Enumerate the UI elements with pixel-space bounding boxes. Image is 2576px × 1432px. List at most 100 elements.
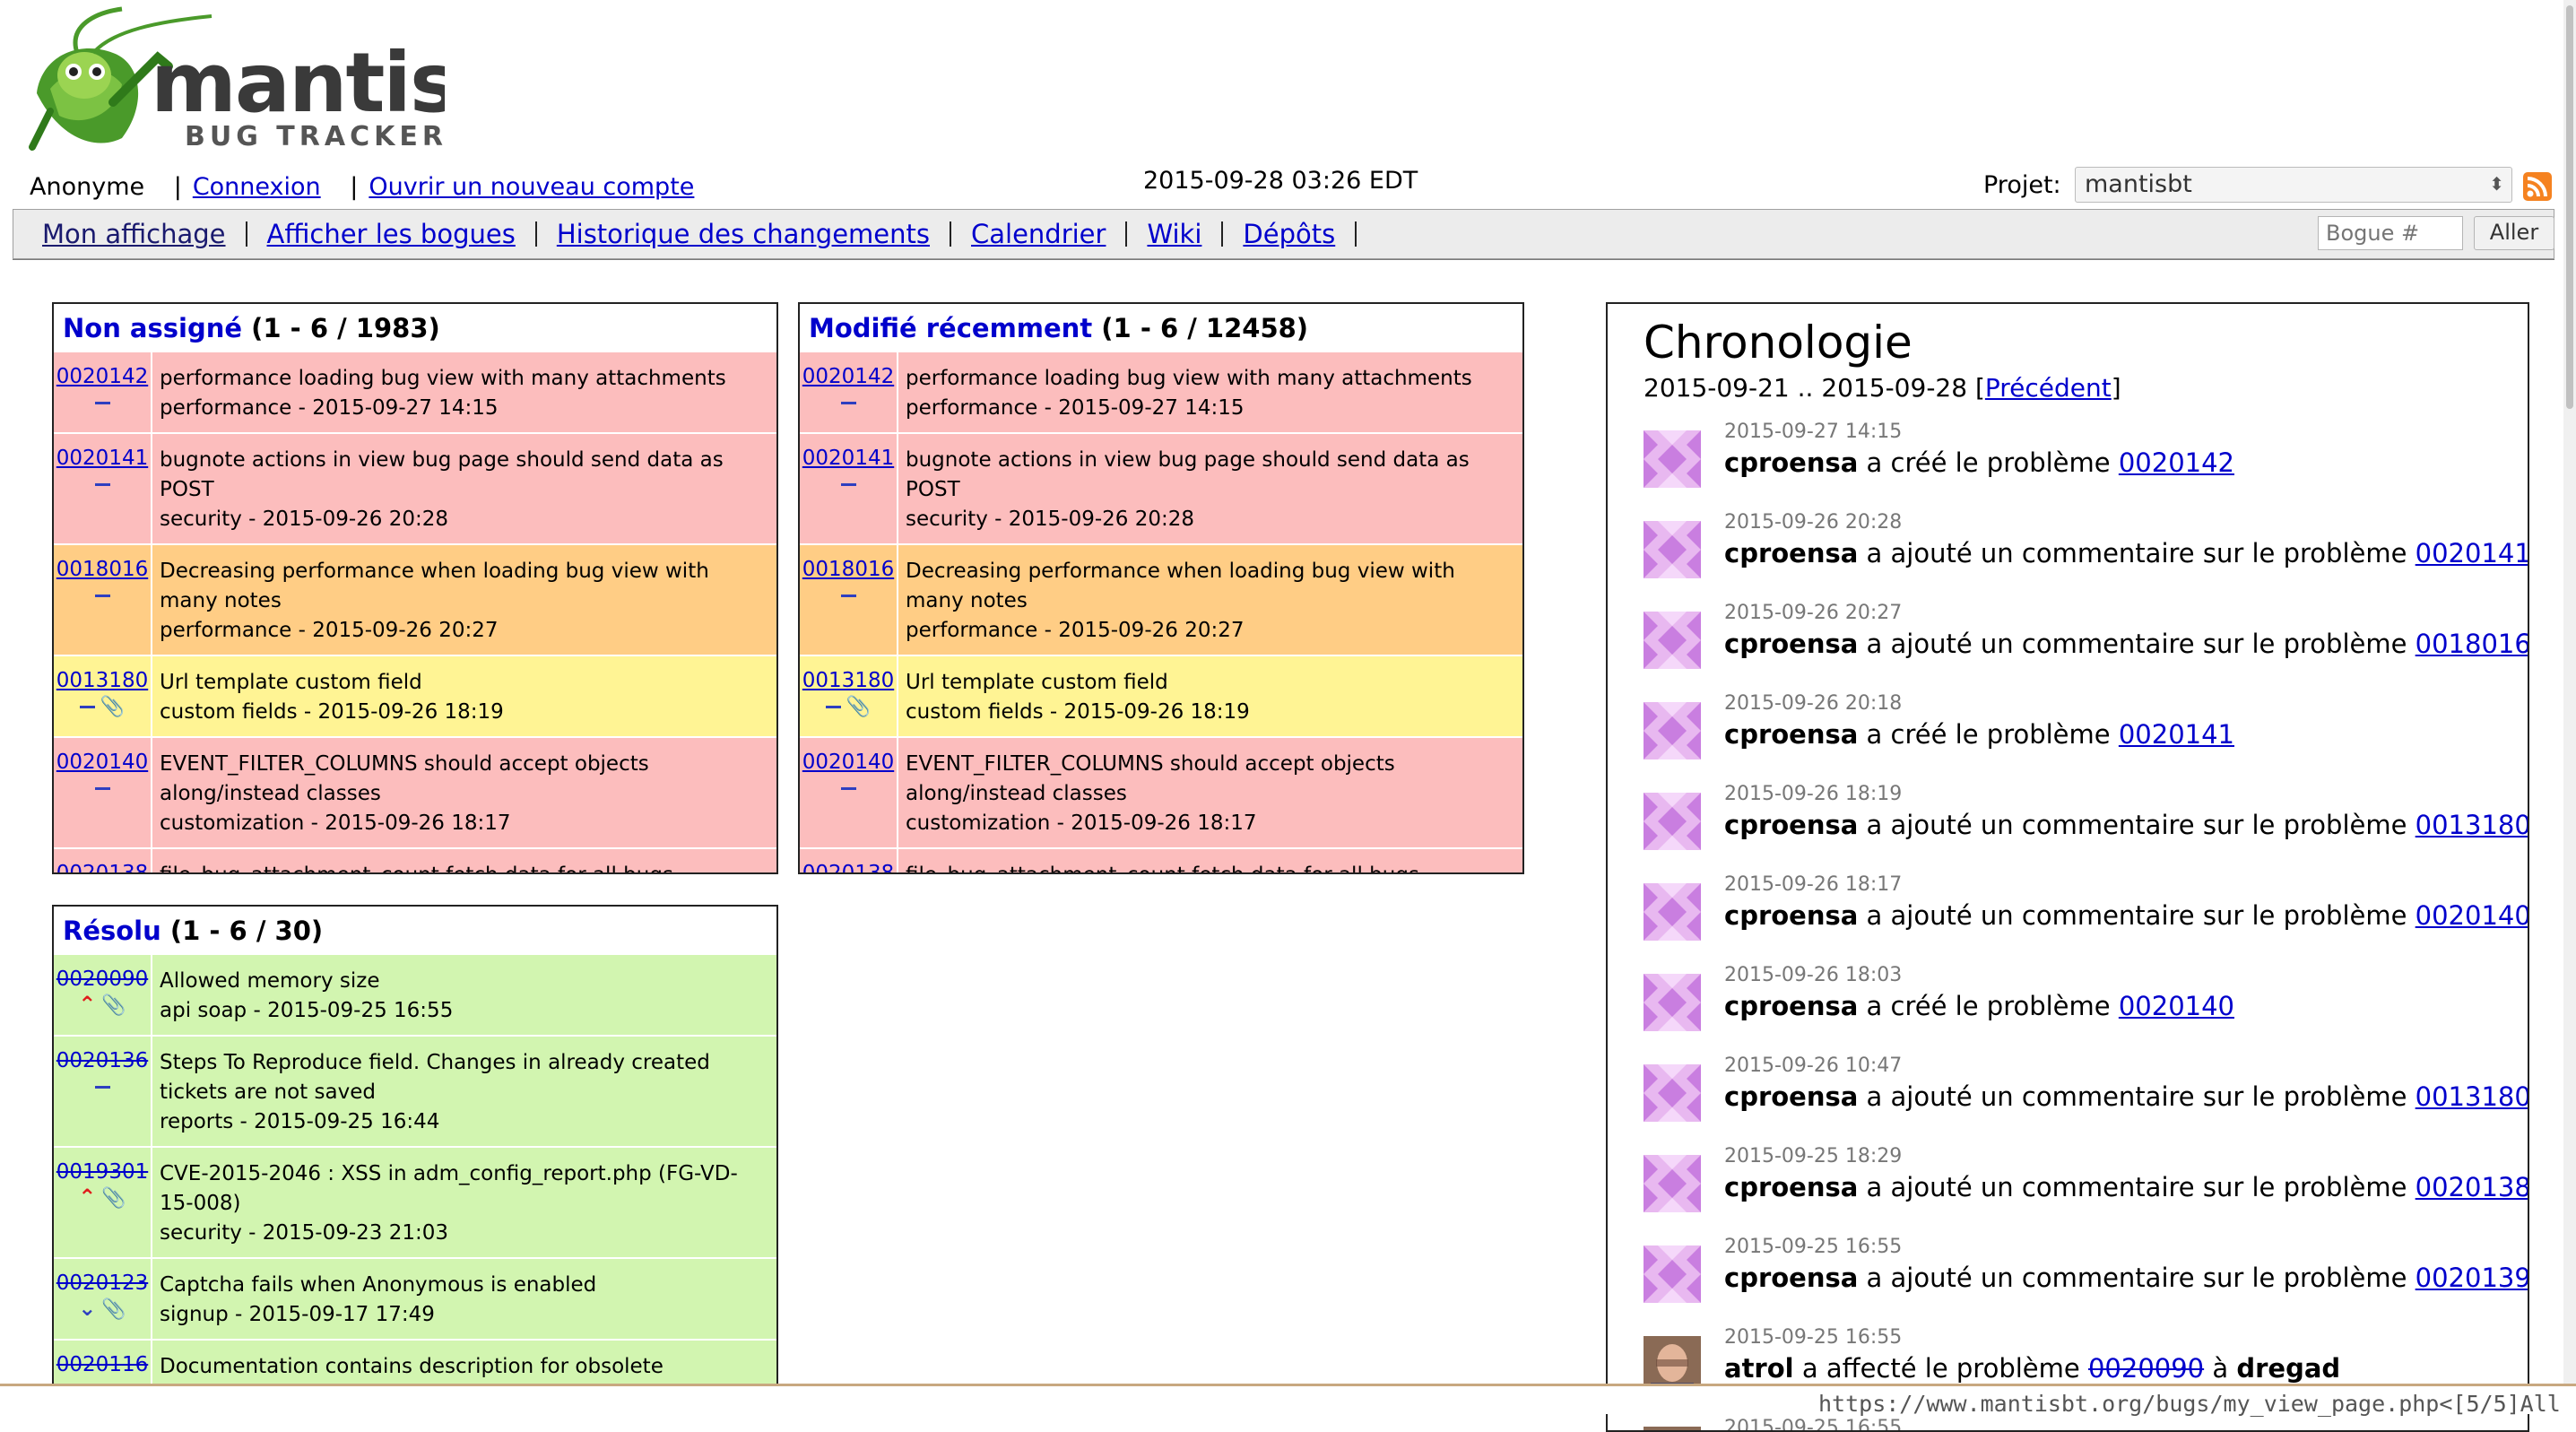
bug-id-link[interactable]: 0020090 [54,968,151,991]
timeline-user: cproensa [1724,629,1859,659]
timeline-entry: 2015-09-26 20:28 cproensa a ajouté un com… [1644,511,2528,594]
timeline-action: a affecté le problème [1801,1353,2080,1384]
bug-id-link[interactable]: 0020116 [54,1353,151,1376]
current-user: Anonyme [30,173,145,201]
project-select[interactable]: mantisbt ⬍ [2075,167,2512,203]
timeline-action: a ajouté un commentaire sur le problème [1866,900,2407,931]
menu-wiki[interactable]: Wiki [1147,219,1201,249]
page-scrollbar[interactable] [2563,0,2576,1384]
timeline-bug-link[interactable]: 0020138 [2416,1172,2528,1202]
scrollbar-thumb[interactable] [2566,5,2573,409]
bug-id-link[interactable]: 0020142 [54,365,151,388]
bug-id-link[interactable]: 0020123 [54,1271,151,1295]
bug-id-link[interactable]: 0018016 [800,558,897,581]
timeline-bug-link[interactable]: 0020090 [2088,1353,2204,1384]
timeline-text: cproensa a créé le problème 0020142 [1724,447,2234,478]
bug-summary: file_bug_attachment_count fetch data for… [160,861,768,872]
bug-id-cell: 0013180 📎 [54,656,152,736]
menu-calendar[interactable]: Calendrier [971,219,1106,249]
bug-meta: signup - 2015-09-17 17:49 [160,1303,435,1326]
logo-subtitle: BUG TRACKER [185,121,445,152]
timeline-action: a ajouté un commentaire sur le problème [1866,538,2407,568]
bug-id-link[interactable]: 0018016 [54,558,151,581]
bug-icons [54,1074,151,1098]
bug-jump-input[interactable] [2318,216,2463,250]
timeline-bug-link[interactable]: 0013180 [2416,1081,2528,1112]
bug-id-link[interactable]: 0020142 [800,365,897,388]
timeline-bug-link[interactable]: 0013180 [2416,810,2528,840]
bug-row: 0018016 Decreasing performance when loadi… [800,543,1522,655]
timeline-date: 2015-09-26 20:27 [1724,602,1903,624]
bug-id-link[interactable]: 0020138 [54,862,151,872]
timeline-range-text: 2015-09-21 .. 2015-09-28 [ [1644,373,1985,403]
bug-id-link[interactable]: 0019301 [54,1160,151,1184]
box-header: Résolu (1 - 6 / 30) [54,907,776,953]
timeline-text: cproensa a ajouté un commentaire sur le … [1724,900,2528,931]
menu-changelog[interactable]: Historique des changements [557,219,930,249]
bug-id-link[interactable]: 0020140 [800,751,897,774]
main-menu: Mon affichage Afficher les bogues Historiq… [13,209,2554,259]
signup-link[interactable]: Ouvrir un nouveau compte [369,173,694,201]
priority-normal-icon [825,705,841,708]
bug-summary: Decreasing performance when loading bug … [160,560,709,612]
timeline-bug-link[interactable]: 0018016 [2416,629,2528,659]
timeline-bug-link[interactable]: 0020140 [2416,900,2528,931]
priority-normal-icon [840,594,856,597]
login-info: Anonyme | Connexion | Ouvrir un nouveau co… [30,173,694,201]
bug-id-link[interactable]: 0020138 [800,862,897,872]
menu-divider [1125,221,1128,247]
bug-id-cell: 0020138 [54,849,152,872]
box-range: (1 - 6 / 30) [169,916,324,946]
bug-id-link[interactable]: 0013180 [800,669,897,692]
recently-modified-box: Modifié récemment (1 - 6 / 12458) 002014… [798,302,1524,874]
menu-repositories[interactable]: Dépôts [1243,219,1335,249]
menu-divider [534,221,537,247]
menu-view-issues[interactable]: Afficher les bogues [267,219,516,249]
bug-meta: api soap - 2015-09-25 16:55 [160,999,454,1022]
bug-id-link[interactable]: 0020141 [800,447,897,470]
bug-id-link[interactable]: 0020141 [54,447,151,470]
bug-summary: file_bug_attachment_count fetch data for… [906,861,1514,872]
timeline-user: atrol [1724,1353,1794,1384]
previous-link[interactable]: Précédent [1985,373,2112,403]
timeline-entry: 2015-09-25 18:29 cproensa a ajouté un com… [1644,1145,2528,1228]
bug-id-link[interactable]: 0020136 [54,1049,151,1072]
attachment-icon: 📎 [100,696,126,718]
bug-row: 0020142 performance loading bug view with… [800,351,1522,432]
login-link[interactable]: Connexion [193,173,321,201]
mantis-logo[interactable]: mantis BUG TRACKER [14,4,445,154]
bug-row: 0020123 ⌄ 📎 Captcha fails when Anonymous is… [54,1257,776,1339]
timeline-suffix: à [2212,1353,2229,1384]
box-title-link[interactable]: Non assigné [63,313,242,343]
timeline-bug-link[interactable]: 0020141 [2119,719,2234,750]
bug-id-cell: 0020138 [800,849,898,872]
timeline-text: cproensa a ajouté un commentaire sur le … [1724,538,2528,568]
project-label: Projet: [1983,171,2061,199]
unassigned-box: Non assigné (1 - 6 / 1983) 0020142 perfor… [52,302,778,874]
go-button[interactable]: Aller [2474,216,2554,250]
bug-text: file_bug_attachment_count fetch data for… [898,849,1522,872]
timeline-bug-link[interactable]: 0020141 [2416,538,2528,568]
bug-icons: ⌃ 📎 [54,993,151,1017]
identicon-avatar [1644,1245,1701,1303]
rss-icon[interactable] [2523,172,2552,201]
bug-icons: ⌃ 📎 [54,1185,151,1210]
bug-id-link[interactable]: 0013180 [54,669,151,692]
timeline-text: cproensa a ajouté un commentaire sur le … [1724,1263,2528,1293]
bug-summary: bugnote actions in view bug page should … [906,448,1470,501]
browser-status-bar: https://www.mantisbt.org/bugs/my_view_pa… [0,1384,2576,1417]
timeline-bug-link[interactable]: 0020139 [2416,1263,2528,1293]
bug-text: Decreasing performance when loading bug … [152,545,776,655]
priority-low-icon: ⌄ [78,1296,97,1321]
status-url: https://www.mantisbt.org/bugs/my_view_pa… [1818,1391,2561,1417]
box-title-link[interactable]: Modifié récemment [809,313,1092,343]
timeline-text: cproensa a ajouté un commentaire sur le … [1724,629,2528,659]
timeline-bug-link[interactable]: 0020142 [2119,447,2234,478]
bug-id-link[interactable]: 0020140 [54,751,151,774]
bug-meta: customization - 2015-09-26 18:17 [160,811,511,835]
timeline-action: a ajouté un commentaire sur le problème [1866,1263,2407,1293]
box-title-link[interactable]: Résolu [63,916,161,946]
menu-my-view[interactable]: Mon affichage [42,219,226,249]
timeline-action: a ajouté un commentaire sur le problème [1866,629,2407,659]
timeline-bug-link[interactable]: 0020140 [2119,991,2234,1021]
